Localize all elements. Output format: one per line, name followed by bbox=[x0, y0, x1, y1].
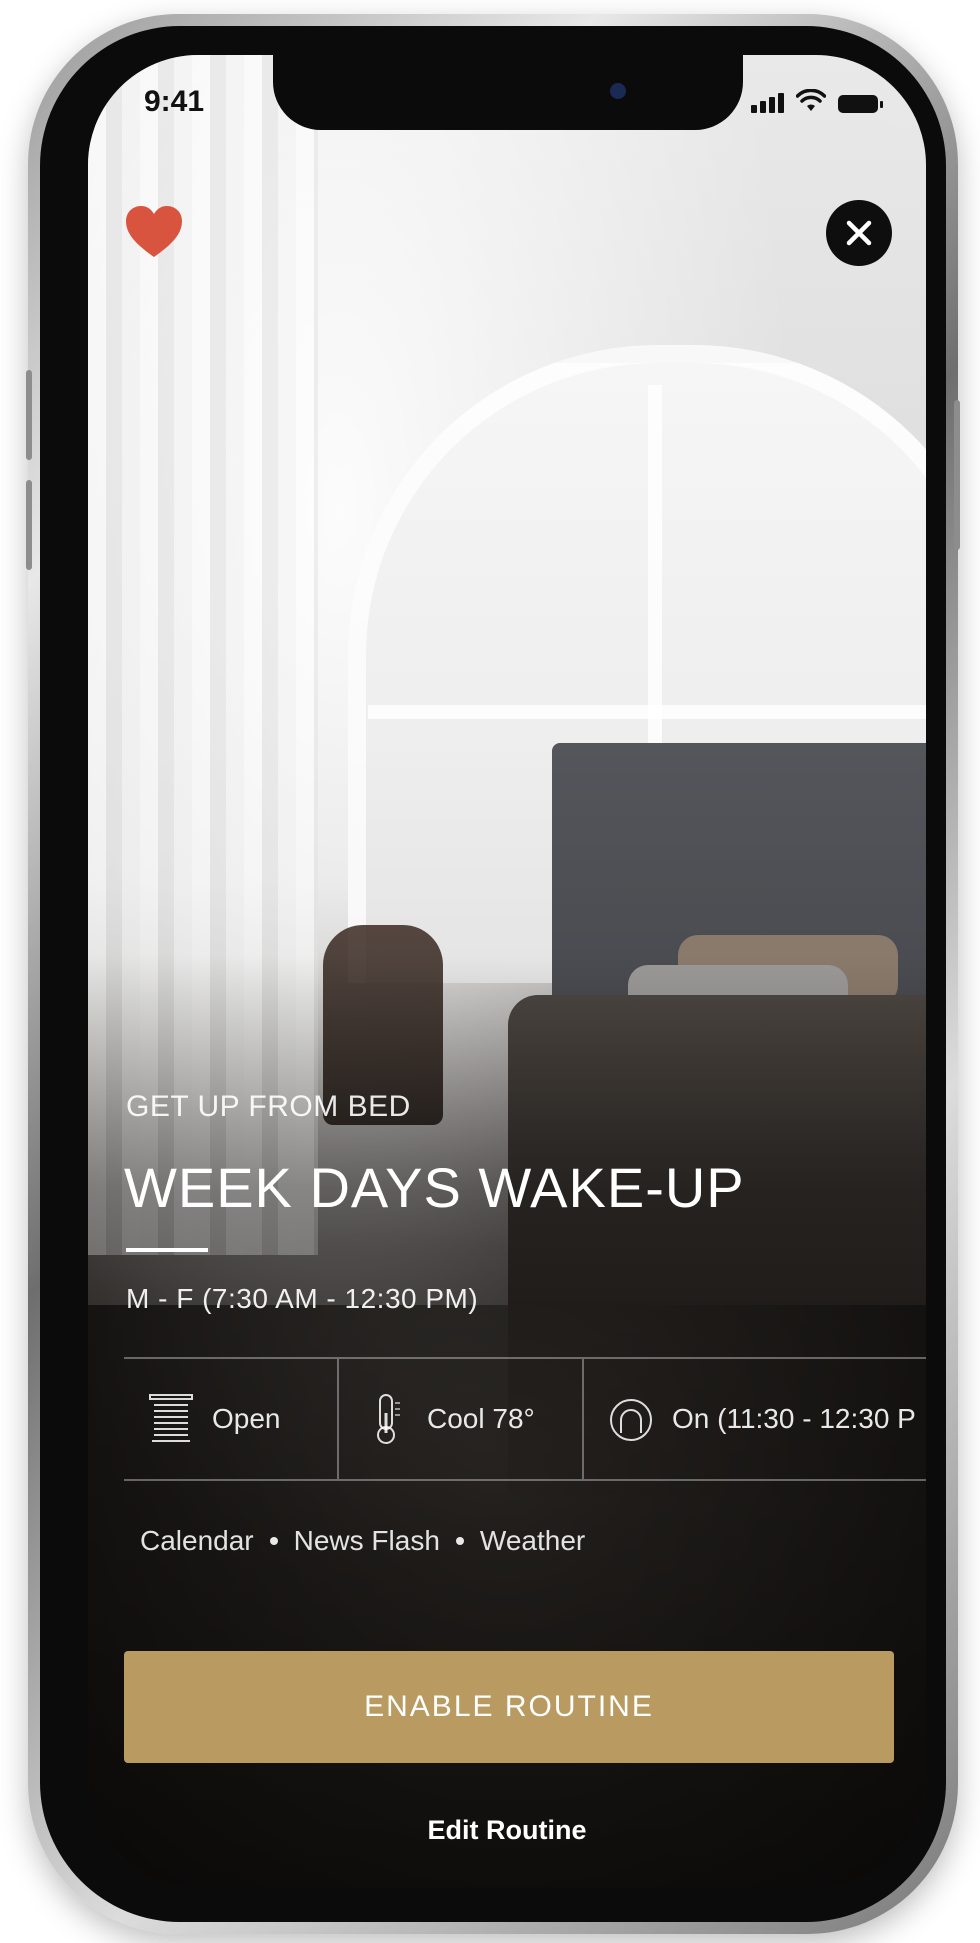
app-screen: 9:41 GET UP FROM BED WEEK DAYS WAKE-UP M… bbox=[88, 55, 926, 1888]
device-label: On (11:30 - 12:30 P bbox=[672, 1403, 916, 1434]
notch bbox=[273, 55, 743, 130]
window-mullion bbox=[368, 705, 926, 719]
thermometer-icon bbox=[377, 1394, 400, 1444]
favorite-button[interactable] bbox=[124, 205, 184, 260]
status-icons bbox=[751, 89, 883, 113]
close-button[interactable] bbox=[826, 200, 892, 266]
feature-item: Calendar bbox=[140, 1525, 254, 1556]
edit-routine-link[interactable]: Edit Routine bbox=[88, 1815, 926, 1846]
routine-title: WEEK DAYS WAKE-UP bbox=[124, 1156, 745, 1219]
device-thermostat[interactable]: Cool 78° bbox=[339, 1359, 584, 1479]
battery-icon bbox=[838, 95, 883, 113]
devices-row: Open Cool 78° On (11:30 - 12:30 P bbox=[124, 1357, 926, 1481]
close-icon bbox=[846, 220, 872, 246]
separator-dot bbox=[269, 1537, 278, 1545]
title-underline bbox=[126, 1248, 208, 1252]
camera-dot bbox=[610, 83, 626, 99]
lamp-icon bbox=[610, 1399, 652, 1441]
feature-item: News Flash bbox=[293, 1525, 440, 1556]
enable-routine-button[interactable]: ENABLE ROUTINE bbox=[124, 1651, 894, 1763]
routine-subtitle: GET UP FROM BED bbox=[126, 1090, 411, 1123]
heart-icon bbox=[126, 206, 182, 257]
feature-item: Weather bbox=[479, 1525, 586, 1556]
separator-dot bbox=[455, 1537, 464, 1545]
side-button bbox=[26, 480, 32, 570]
cellular-signal-icon bbox=[751, 93, 784, 113]
status-time: 9:41 bbox=[144, 85, 205, 118]
wifi-icon bbox=[796, 89, 826, 111]
side-button bbox=[26, 370, 32, 460]
side-button bbox=[954, 400, 960, 550]
features-list: Calendar News Flash Weather bbox=[140, 1525, 585, 1557]
device-label: Cool 78° bbox=[427, 1403, 535, 1434]
device-lamp[interactable]: On (11:30 - 12:30 P bbox=[584, 1359, 926, 1479]
device-blinds[interactable]: Open bbox=[124, 1359, 339, 1479]
device-label: Open bbox=[212, 1403, 281, 1434]
routine-schedule: M - F (7:30 AM - 12:30 PM) bbox=[126, 1283, 479, 1314]
blinds-icon bbox=[149, 1394, 193, 1442]
